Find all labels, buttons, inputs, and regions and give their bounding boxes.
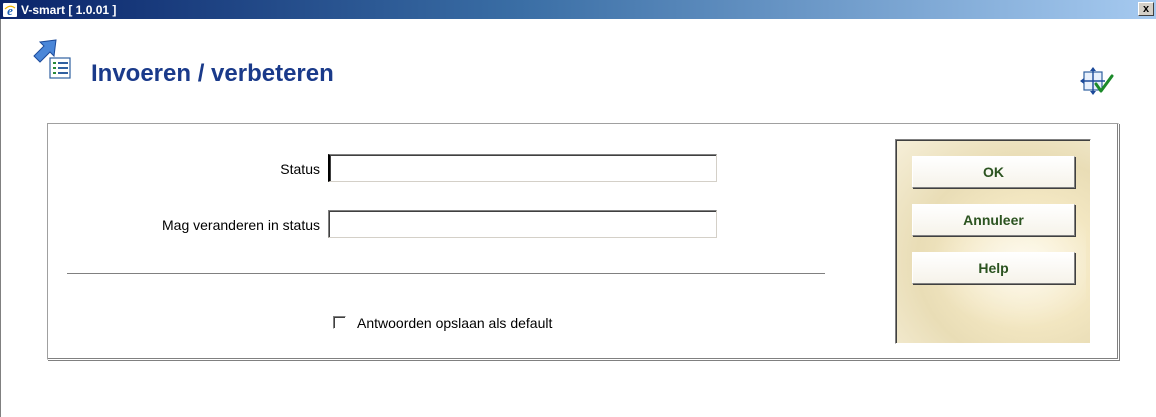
close-button[interactable]: x [1138,2,1154,16]
edit-list-icon [30,36,74,80]
form-separator [67,273,825,275]
status-label: Status [280,161,320,177]
button-panel: OK Annuleer Help [895,139,1091,344]
annuleer-button[interactable]: Annuleer [912,204,1075,236]
mag-veranderen-input[interactable] [328,210,717,238]
save-default-checkbox[interactable] [333,316,346,329]
help-button[interactable]: Help [912,252,1075,284]
ie-icon: e [3,2,17,17]
ok-button[interactable]: OK [912,156,1075,188]
svg-text:e: e [7,3,13,17]
window-title: V-smart [ 1.0.01 ] [21,2,117,17]
mag-veranderen-label: Mag veranderen in status [162,217,320,233]
expand-check-icon[interactable] [1080,66,1114,96]
status-input[interactable] [328,154,717,182]
close-icon: x [1142,2,1150,15]
page-title: Invoeren / verbeteren [91,60,334,87]
save-default-checkbox-label: Antwoorden opslaan als default [357,315,553,331]
window-titlebar: e V-smart [ 1.0.01 ] x [0,0,1156,19]
